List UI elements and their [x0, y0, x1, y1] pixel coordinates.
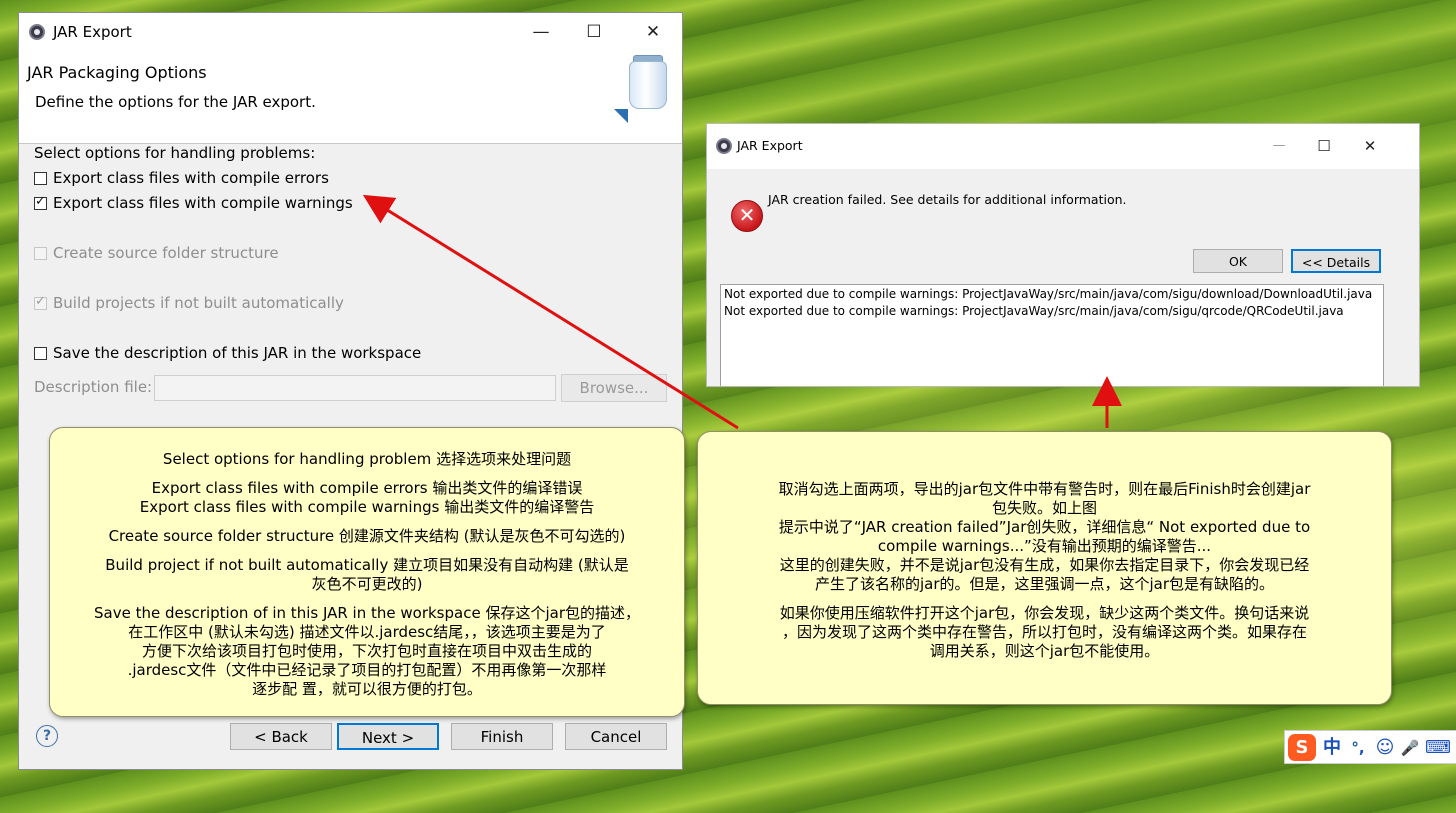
callout-line: compile warnings...”没有输出预期的编译警告...: [877, 537, 1212, 555]
option-compile-errors[interactable]: Export class files with compile errors: [34, 167, 329, 189]
details-line: Not exported due to compile warnings: Pr…: [724, 304, 1344, 318]
next-button[interactable]: Next >: [337, 723, 439, 750]
callout-line: 提示中说了“JAR creation failed”Jar创失败，详细信息“ N…: [778, 518, 1311, 536]
option-source-folder: Create source folder structure: [34, 242, 279, 264]
title-bar[interactable]: JAR Export — ☐ ✕: [19, 13, 682, 51]
option-compile-warnings[interactable]: Export class files with compile warnings: [34, 192, 353, 214]
close-icon[interactable]: ✕: [1350, 131, 1390, 161]
build-projects-label: Build projects if not built automaticall…: [53, 294, 344, 312]
compile-warnings-label: Export class files with compile warnings: [53, 194, 353, 212]
callout-line: ，因为发现了这两个类中存在警告，所以打包时，没有编译这两个类。如果存在: [781, 623, 1307, 641]
help-icon[interactable]: ?: [36, 725, 58, 747]
error-icon: ✕: [731, 200, 763, 232]
callout-line: .jardesc文件（文件中已经记录了项目的打包配置）不用再像第一次那样: [127, 661, 607, 679]
callout-line: Select options for handling problem 选择选项…: [162, 450, 572, 468]
details-line: Not exported due to compile warnings: Pr…: [724, 287, 1373, 301]
ime-toolbar: S 中 °, ☺ 🎤 ⌨: [1284, 730, 1456, 764]
finish-button[interactable]: Finish: [451, 723, 553, 750]
ok-button[interactable]: OK: [1193, 249, 1283, 273]
description-file-label: Description file:: [34, 378, 153, 396]
callout-line: Export class files with compile errors 输…: [151, 479, 583, 497]
punctuation-icon[interactable]: °,: [1347, 735, 1369, 761]
callout-line: Create source folder structure 创建源文件夹结构 …: [108, 527, 626, 545]
minimize-icon[interactable]: —: [1259, 131, 1299, 161]
save-description-label: Save the description of this JAR in the …: [53, 344, 422, 362]
jar-icon: [629, 61, 667, 109]
description-file-input: [154, 375, 556, 401]
maximize-icon[interactable]: ☐: [1304, 131, 1344, 161]
minimize-icon[interactable]: —: [521, 17, 561, 47]
left-annotation-callout: Select options for handling problem 选择选项…: [49, 427, 685, 717]
ime-mode-toggle[interactable]: 中: [1321, 735, 1343, 761]
callout-line: 方便下次给该项目打包时使用，下次打包时直接在项目中双击生成的: [141, 642, 592, 660]
section-label: Select options for handling problems:: [34, 144, 316, 162]
source-folder-label: Create source folder structure: [53, 244, 279, 262]
details-text-area[interactable]: Not exported due to compile warnings: Pr…: [720, 284, 1384, 386]
callout-line: 调用关系，则这个jar包不能使用。: [929, 642, 1160, 660]
callout-line: 取消勾选上面两项，导出的jar包文件中带有警告时，则在最后Finish时会创建j…: [778, 480, 1311, 498]
option-build-projects: Build projects if not built automaticall…: [34, 292, 344, 314]
export-arrow-icon: [614, 109, 628, 123]
save-description-checkbox[interactable]: [34, 346, 47, 360]
window-title: JAR Export: [53, 23, 132, 41]
browse-button: Browse...: [561, 374, 667, 402]
page-subtitle: Define the options for the JAR export.: [35, 93, 316, 111]
page-title: JAR Packaging Options: [27, 63, 207, 82]
callout-line: 产生了该名称的jar的。但是，这里强调一点，这个jar包是有缺陷的。: [814, 575, 1275, 593]
emoji-icon[interactable]: ☺: [1373, 735, 1397, 761]
cancel-button[interactable]: Cancel: [565, 723, 667, 750]
eclipse-app-icon: [29, 24, 45, 40]
callout-line: Export class files with compile warnings…: [139, 498, 595, 516]
source-folder-checkbox: [34, 246, 47, 260]
keyboard-icon[interactable]: ⌨: [1425, 735, 1451, 761]
microphone-icon[interactable]: 🎤: [1399, 735, 1421, 761]
compile-warnings-checkbox[interactable]: [34, 194, 47, 210]
maximize-icon[interactable]: ☐: [574, 17, 614, 47]
callout-line: 逐步配 置，就可以很方便的打包。: [252, 680, 482, 698]
eclipse-app-icon: [716, 138, 732, 154]
compile-errors-checkbox[interactable]: [34, 171, 47, 185]
sogou-logo-icon[interactable]: S: [1288, 734, 1316, 761]
right-annotation-callout: 取消勾选上面两项，导出的jar包文件中带有警告时，则在最后Finish时会创建j…: [697, 431, 1392, 705]
error-message: JAR creation failed. See details for add…: [768, 192, 1127, 207]
callout-line: 在工作区中 (默认未勾选) 描述文件以.jardesc结尾，，该选项主要是为了: [128, 623, 606, 641]
callout-line: 这里的创建失败，并不是说jar包没有生成，如果你去指定目录下，你会发现已经: [779, 556, 1310, 574]
details-button[interactable]: << Details: [1291, 249, 1381, 273]
callout-line: Save the description of in this JAR in t…: [94, 604, 640, 622]
jar-export-error-dialog: JAR Export — ☐ ✕ ✕ JAR creation failed. …: [707, 124, 1419, 386]
back-button[interactable]: < Back: [230, 723, 332, 750]
option-save-description[interactable]: Save the description of this JAR in the …: [34, 342, 421, 364]
close-icon[interactable]: ✕: [633, 17, 673, 47]
callout-line: 灰色不可更改的): [311, 575, 423, 593]
compile-errors-label: Export class files with compile errors: [53, 169, 329, 187]
error-window-title: JAR Export: [737, 138, 803, 153]
callout-line: 如果你使用压缩软件打开这个jar包，你会发现，缺少这两个类文件。换句话来说: [779, 604, 1310, 622]
wizard-header: JAR Packaging Options Define the options…: [19, 51, 682, 144]
build-projects-checkbox: [34, 294, 47, 310]
callout-line: 包失败。如上图: [991, 499, 1097, 517]
callout-line: Build project if not built automatically…: [105, 556, 629, 574]
error-title-bar[interactable]: JAR Export — ☐ ✕: [707, 124, 1419, 169]
